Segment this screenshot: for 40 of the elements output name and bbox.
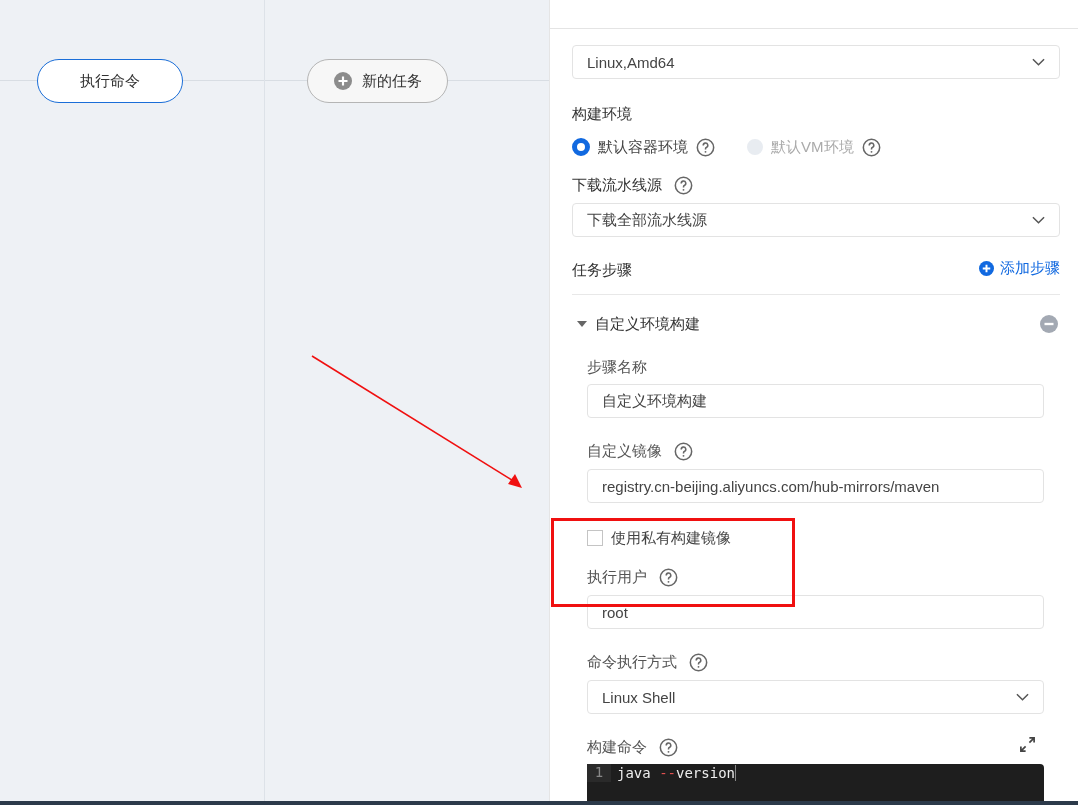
exec-mode-select[interactable]: Linux Shell <box>587 680 1044 714</box>
field-label: 下载流水线源 <box>572 175 662 195</box>
help-icon <box>659 567 678 587</box>
expand-icon[interactable] <box>1019 736 1036 753</box>
code-line: java --version <box>611 765 737 781</box>
download-source-select[interactable]: 下载全部流水线源 <box>572 203 1060 237</box>
help-icon <box>861 137 881 157</box>
section-title: 任务步骤 <box>572 261 632 280</box>
field-label: 自定义镜像 <box>587 441 662 461</box>
build-node-select[interactable]: Linux,Amd64 <box>572 45 1060 79</box>
field-label: 步骤名称 <box>587 358 648 377</box>
user-field[interactable]: root <box>587 595 1044 629</box>
code-editor[interactable]: 1 java --version <box>587 764 1044 804</box>
help-icon <box>659 737 678 757</box>
help-icon <box>696 137 715 157</box>
radio-label: 默认VM环境 <box>771 137 854 157</box>
field-label: 执行用户 <box>587 567 647 587</box>
caret-icon[interactable] <box>577 321 587 327</box>
help-icon <box>674 441 693 461</box>
image-field[interactable]: registry.cn-beijing.aliyuncs.com/hub-mirrors/maven <box>587 469 1044 503</box>
line-number: 1 <box>587 764 611 782</box>
chevron-down-icon <box>1016 693 1029 701</box>
field-label: 命令执行方式 <box>587 652 677 672</box>
radio-button[interactable] <box>572 138 590 156</box>
radio-label: 默认容器环境 <box>598 137 688 157</box>
add-step-link[interactable]: 添加步骤 <box>979 259 1060 278</box>
field-label: 构建命令 <box>587 737 647 757</box>
checkbox-label: 使用私有构建镜像 <box>611 528 731 548</box>
pipeline-node[interactable]: 新的任务 <box>307 59 448 103</box>
step-title: 自定义环境构建 <box>595 314 701 334</box>
help-icon <box>674 175 693 195</box>
checkbox[interactable] <box>587 530 603 546</box>
pipeline-node[interactable]: 执行命令 <box>37 59 183 103</box>
help-icon <box>689 652 708 672</box>
plus-icon <box>979 261 994 276</box>
field-label: 构建环境 <box>572 105 633 124</box>
step-name-field[interactable]: 自定义环境构建 <box>587 384 1044 418</box>
chevron-down-icon <box>1032 216 1045 224</box>
chevron-down-icon <box>1032 58 1045 66</box>
plus-icon <box>333 72 352 90</box>
